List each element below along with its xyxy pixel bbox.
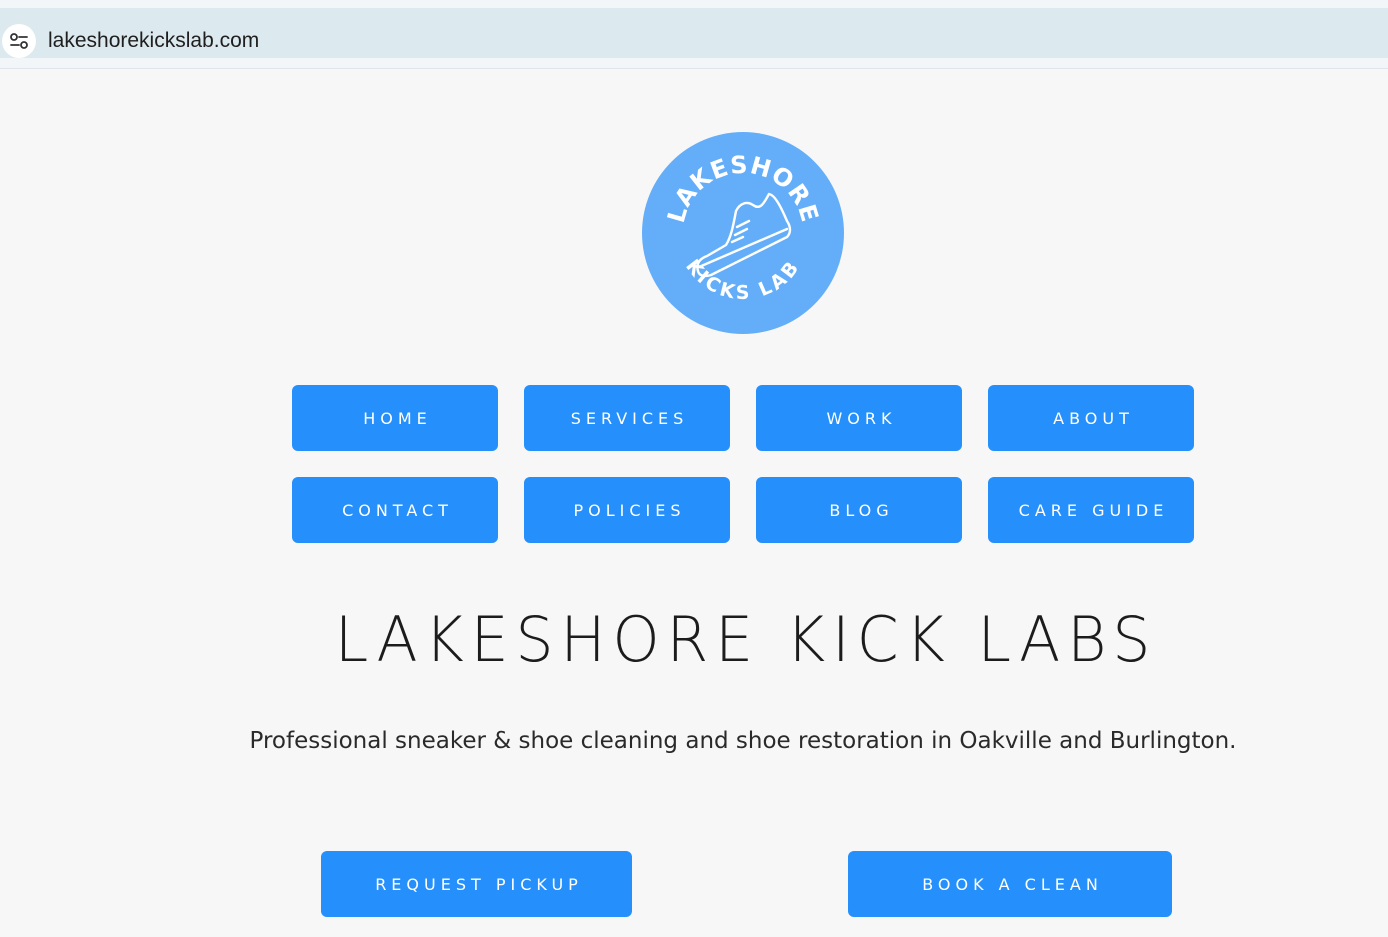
site-logo[interactable]: LAKESHORE KICKS LAB [641, 131, 845, 335]
request-pickup-button[interactable]: REQUEST PICKUP [321, 851, 632, 917]
nav-contact-button[interactable]: CONTACT [292, 477, 498, 543]
url-text[interactable]: lakeshorekickslab.com [48, 26, 259, 56]
nav-care-guide-button[interactable]: CARE GUIDE [988, 477, 1194, 543]
page-subtitle: Professional sneaker & shoe cleaning and… [249, 728, 1237, 754]
address-bar[interactable]: lakeshorekickslab.com [0, 8, 1388, 58]
nav-services-button[interactable]: SERVICES [524, 385, 730, 451]
nav-home-button[interactable]: HOME [292, 385, 498, 451]
nav-about-button[interactable]: ABOUT [988, 385, 1194, 451]
book-clean-button[interactable]: BOOK A CLEAN [848, 851, 1172, 917]
nav-blog-button[interactable]: BLOG [756, 477, 962, 543]
nav-policies-button[interactable]: POLICIES [524, 477, 730, 543]
nav-work-button[interactable]: WORK [756, 385, 962, 451]
tune-icon[interactable] [2, 24, 36, 58]
page-title: LAKESHORE KICK LABS [334, 603, 1158, 676]
